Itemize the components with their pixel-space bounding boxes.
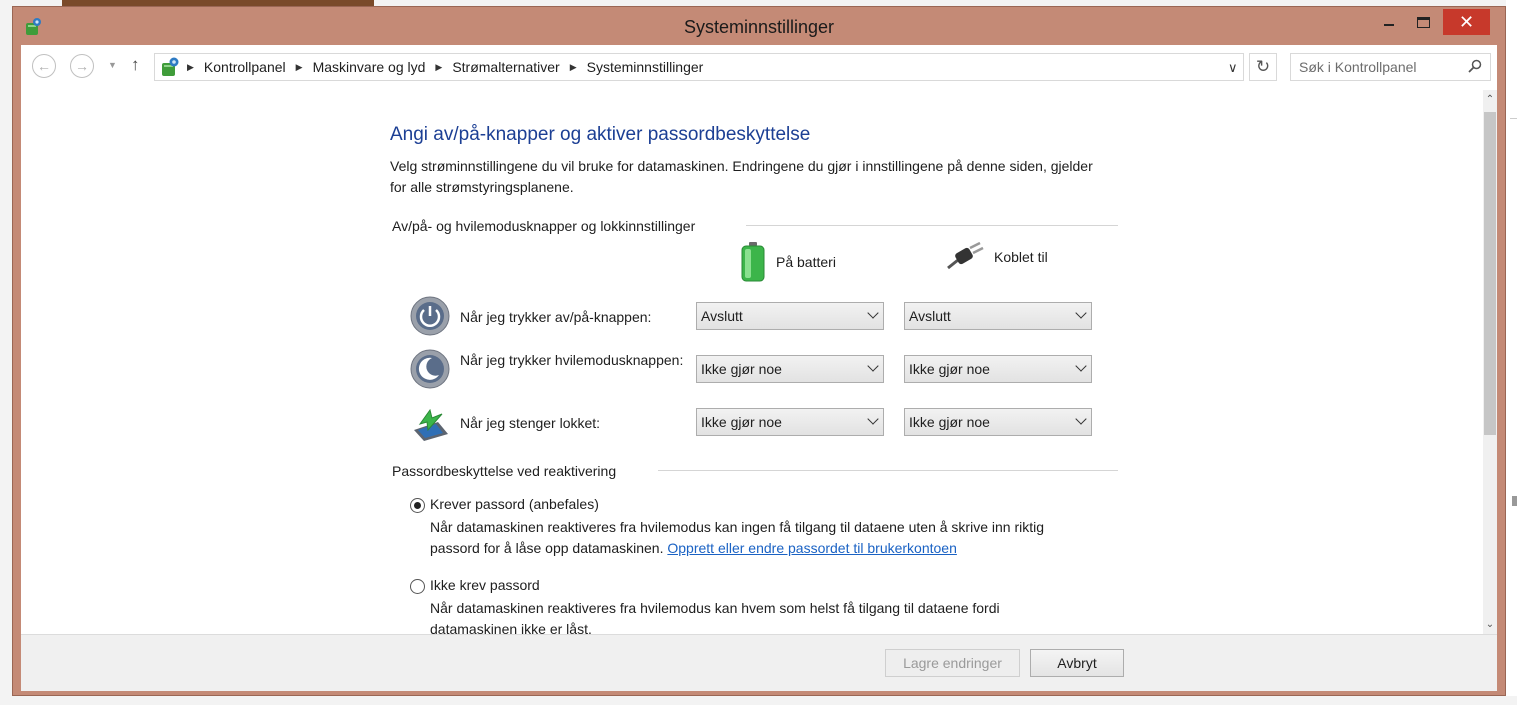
cancel-button[interactable]: Avbryt <box>1030 649 1124 677</box>
breadcrumb-maskinvare[interactable]: ▶ Maskinvare og lyd <box>296 59 426 75</box>
power-button-label: Når jeg trykker av/på-knappen: <box>460 309 652 325</box>
chevron-down-icon: ▼ <box>108 60 117 70</box>
require-password-radio[interactable] <box>410 498 425 513</box>
arrow-right-icon: → <box>75 58 89 74</box>
lid-close-battery-select[interactable]: Ikke gjør noe <box>696 408 884 436</box>
breadcrumb-kontrollpanel[interactable]: ▶ Kontrollpanel <box>187 59 286 75</box>
address-dropdown-button[interactable]: ∨ <box>1228 60 1238 76</box>
content-area: Angi av/på-knapper og aktiver passordbes… <box>21 90 1497 634</box>
chevron-down-icon <box>867 413 879 425</box>
chevron-down-icon <box>1075 307 1087 319</box>
laptop-lid-icon <box>414 408 448 441</box>
require-password-description: Når datamaskinen reaktiveres fra hvilemo… <box>430 519 1044 556</box>
breadcrumb-stromalternativer[interactable]: ▶ Strømalternativer <box>435 59 559 75</box>
sleep-button-icon <box>410 349 450 389</box>
sleep-button-plugged-select[interactable]: Ikke gjør noe <box>904 355 1092 383</box>
battery-icon <box>741 242 765 282</box>
scrollbar-thumb[interactable] <box>1484 112 1496 435</box>
dialog-footer: Lagre endringer Avbryt <box>21 634 1497 691</box>
scroll-down-icon[interactable]: ⌄ <box>1483 619 1497 630</box>
sleep-button-battery-select[interactable]: Ikke gjør noe <box>696 355 884 383</box>
titlebar[interactable]: Systeminnstillinger ✕ <box>13 7 1505 45</box>
search-placeholder: Søk i Kontrollpanel <box>1299 59 1417 75</box>
address-bar[interactable]: ▶ Kontrollpanel ▶ Maskinvare og lyd ▶ Strøm… <box>154 53 1244 81</box>
maximize-icon <box>1416 16 1430 28</box>
navigation-bar: ← → ▼ ↑ ▶ Kontrollpanel ▶ Maskinvare og ly… <box>21 45 1497 90</box>
no-password-radio[interactable] <box>410 579 425 594</box>
lid-close-label: Når jeg stenger lokket: <box>460 415 601 431</box>
require-password-label[interactable]: Krever passord (anbefales) <box>430 496 599 512</box>
chevron-down-icon <box>1075 413 1087 425</box>
power-plug-icon <box>947 242 984 270</box>
search-input[interactable]: Søk i Kontrollpanel <box>1290 53 1491 81</box>
desktop-edge <box>1506 0 1517 705</box>
minimize-icon <box>1384 24 1394 26</box>
no-password-label[interactable]: Ikke krev passord <box>430 577 540 593</box>
close-icon: ✕ <box>1458 11 1475 32</box>
password-section-title: Passordbeskyttelse ved reaktivering <box>392 463 617 479</box>
breadcrumb-systeminnstillinger[interactable]: ▶ Systeminnstillinger <box>570 59 704 75</box>
page-description: Velg strøminnstillingene du vil bruke fo… <box>390 158 1093 195</box>
scroll-up-icon[interactable]: ⌃ <box>1483 94 1497 105</box>
arrow-up-icon: ↑ <box>131 55 140 74</box>
arrow-left-icon: ← <box>37 58 51 74</box>
breadcrumb-separator-icon[interactable]: ▶ <box>435 62 442 73</box>
power-button-icon <box>410 296 450 336</box>
up-button[interactable]: ↑ <box>131 55 140 75</box>
power-button-plugged-select[interactable]: Avslutt <box>904 302 1092 330</box>
sleep-button-label: Når jeg trykker hvilemodusknappen: <box>460 352 684 368</box>
control-panel-icon <box>162 57 179 76</box>
chevron-down-icon: ∨ <box>1228 60 1238 75</box>
section-divider <box>746 225 1118 226</box>
back-button[interactable]: ← <box>32 54 56 78</box>
recent-locations-button[interactable]: ▼ <box>108 60 117 70</box>
chevron-down-icon <box>867 360 879 372</box>
window: Systeminnstillinger ✕ ← → ▼ ↑ ▶ Kontrollp… <box>12 6 1506 696</box>
desktop-edge-bottom <box>0 696 1517 705</box>
buttons-section-title: Av/på- og hvilemodusknapper og lokkinnst… <box>392 218 696 234</box>
breadcrumb-separator-icon[interactable]: ▶ <box>187 62 194 73</box>
save-changes-button[interactable]: Lagre endringer <box>885 649 1020 677</box>
breadcrumb-separator-icon[interactable]: ▶ <box>570 62 577 73</box>
window-title: Systeminnstillinger <box>683 17 835 37</box>
minimize-button[interactable] <box>1374 9 1404 35</box>
column-header-plugged: Koblet til <box>944 242 1048 272</box>
vertical-scrollbar[interactable]: ⌃ ⌄ <box>1483 90 1497 634</box>
maximize-button[interactable] <box>1408 9 1438 35</box>
refresh-icon: ↻ <box>1255 57 1271 76</box>
change-password-link[interactable]: Opprett eller endre passordet til bruker… <box>667 540 957 556</box>
close-button[interactable]: ✕ <box>1443 9 1490 35</box>
breadcrumb-separator-icon[interactable]: ▶ <box>296 62 303 73</box>
refresh-button[interactable]: ↻ <box>1249 53 1277 81</box>
column-header-battery: På batteri <box>740 242 836 282</box>
search-icon[interactable] <box>1468 59 1482 73</box>
chevron-down-icon <box>1075 360 1087 372</box>
lid-close-plugged-select[interactable]: Ikke gjør noe <box>904 408 1092 436</box>
power-button-battery-select[interactable]: Avslutt <box>696 302 884 330</box>
page-title: Angi av/på-knapper og aktiver passordbes… <box>390 124 811 145</box>
no-password-description: Når datamaskinen reaktiveres fra hvilemo… <box>430 600 1000 634</box>
section-divider <box>658 470 1118 471</box>
chevron-down-icon <box>867 307 879 319</box>
forward-button[interactable]: → <box>70 54 94 78</box>
